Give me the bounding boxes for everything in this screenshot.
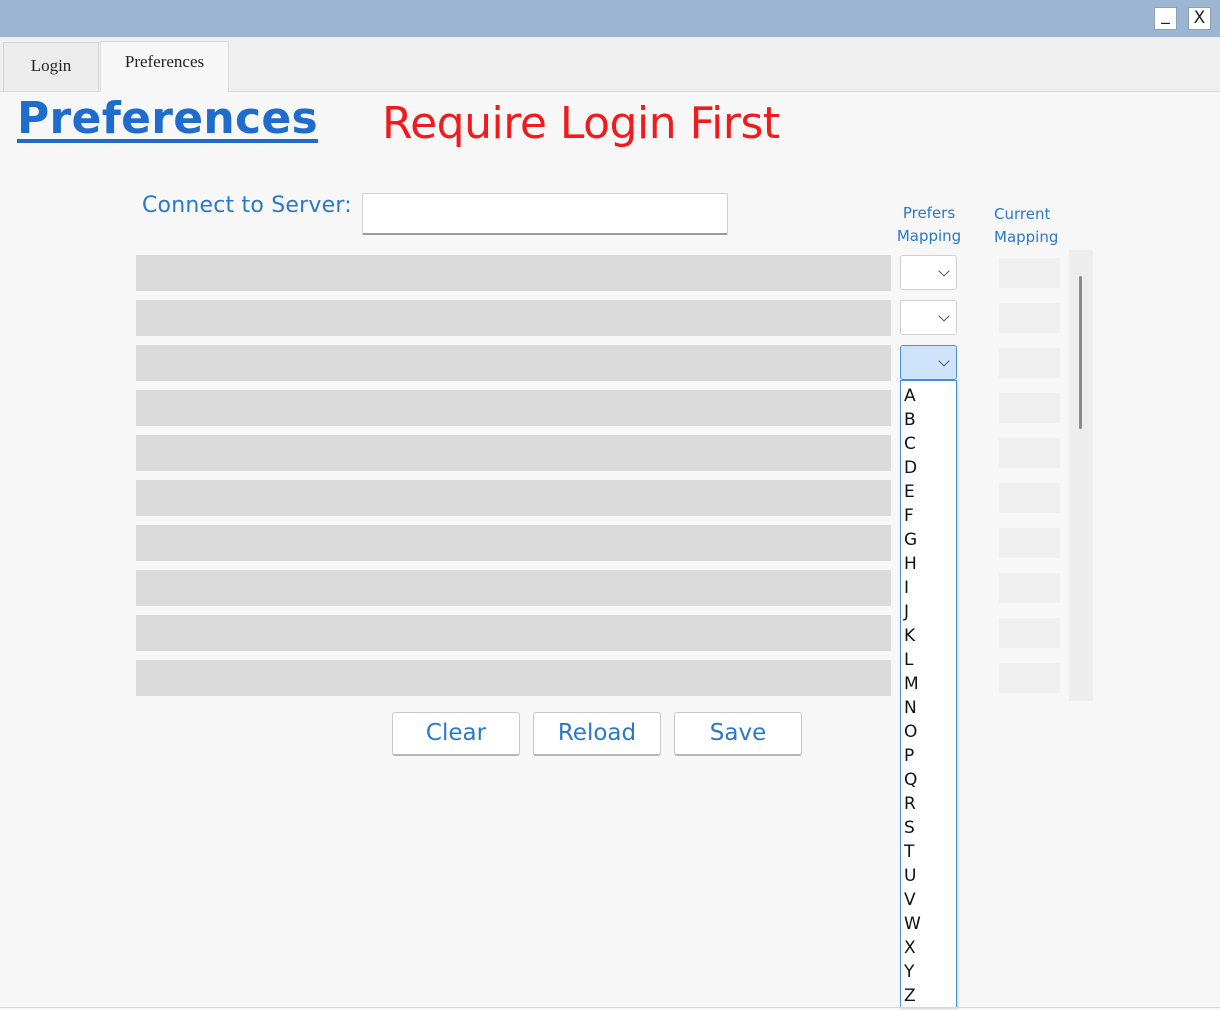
prefers-mapping-header: Prefers Mapping (896, 204, 962, 245)
dropdown-option[interactable]: I (901, 576, 956, 600)
current-mapping-cell (999, 303, 1060, 333)
prefers-mapping-select[interactable] (900, 300, 957, 335)
current-mapping-cell (999, 528, 1060, 558)
dropdown-option[interactable]: F (901, 504, 956, 528)
current-mapping-cell (999, 573, 1060, 603)
dropdown-option[interactable]: O (901, 720, 956, 744)
server-input[interactable] (362, 193, 728, 235)
dropdown-option[interactable]: A (901, 384, 956, 408)
dropdown-option[interactable]: X (901, 936, 956, 960)
clear-button[interactable]: Clear (392, 712, 520, 756)
dropdown-option[interactable]: P (901, 744, 956, 768)
chevron-down-icon (938, 310, 950, 322)
dropdown-option[interactable]: D (901, 456, 956, 480)
window-bottom-border (0, 1007, 1220, 1008)
dropdown-option[interactable]: W (901, 912, 956, 936)
current-mapping-cell (999, 438, 1060, 468)
mapping-row-name (136, 390, 891, 426)
mapping-row-name (136, 300, 891, 336)
chevron-down-icon (938, 265, 950, 277)
mapping-row-name (136, 525, 891, 561)
server-label: Connect to Server: (142, 193, 352, 218)
scrollbar-thumb[interactable] (1079, 276, 1082, 429)
mapping-dropdown-list: ABCDEFGHIJKLMNOPQRSTUVWXYZ (900, 380, 957, 1008)
dropdown-option[interactable]: C (901, 432, 956, 456)
dropdown-option[interactable]: K (901, 624, 956, 648)
title-bar: _ X (0, 0, 1220, 37)
minimize-button[interactable]: _ (1154, 7, 1177, 30)
dropdown-option[interactable]: G (901, 528, 956, 552)
current-mapping-cell (999, 348, 1060, 378)
prefers-mapping-select[interactable] (900, 345, 957, 380)
dropdown-option[interactable]: Y (901, 960, 956, 984)
current-mapping-cell (999, 618, 1060, 648)
scrollbar[interactable] (1069, 250, 1093, 701)
current-mapping-cell (999, 483, 1060, 513)
page-title[interactable]: Preferences (17, 93, 318, 144)
mapping-row-name (136, 570, 891, 606)
dropdown-option[interactable]: Q (901, 768, 956, 792)
dropdown-option[interactable]: N (901, 696, 956, 720)
current-mapping-cell (999, 393, 1060, 423)
mapping-row-name (136, 255, 891, 291)
dropdown-option[interactable]: M (901, 672, 956, 696)
dropdown-option[interactable]: T (901, 840, 956, 864)
mapping-row-name (136, 345, 891, 381)
dropdown-option[interactable]: B (901, 408, 956, 432)
tab-login[interactable]: Login (3, 42, 99, 91)
dropdown-option[interactable]: Z (901, 984, 956, 1008)
current-mapping-cell (999, 663, 1060, 693)
prefers-mapping-select[interactable] (900, 255, 957, 290)
tab-preferences[interactable]: Preferences (100, 41, 229, 92)
close-button[interactable]: X (1188, 7, 1211, 30)
dropdown-option[interactable]: L (901, 648, 956, 672)
mapping-row-name (136, 480, 891, 516)
dropdown-option[interactable]: E (901, 480, 956, 504)
dropdown-option[interactable]: J (901, 600, 956, 624)
dropdown-option[interactable]: R (901, 792, 956, 816)
tab-bar: Login Preferences (0, 37, 1220, 92)
mapping-row-name (136, 615, 891, 651)
dropdown-option[interactable]: S (901, 816, 956, 840)
dropdown-option[interactable]: H (901, 552, 956, 576)
login-required-warning: Require Login First (382, 98, 780, 149)
mapping-row-name (136, 660, 891, 696)
reload-button[interactable]: Reload (533, 712, 661, 756)
chevron-down-icon (938, 355, 950, 367)
dropdown-option[interactable]: U (901, 864, 956, 888)
current-mapping-cell (999, 258, 1060, 288)
save-button[interactable]: Save (674, 712, 802, 756)
current-mapping-header: Current Mapping (994, 205, 1059, 246)
dropdown-option[interactable]: V (901, 888, 956, 912)
mapping-row-name (136, 435, 891, 471)
